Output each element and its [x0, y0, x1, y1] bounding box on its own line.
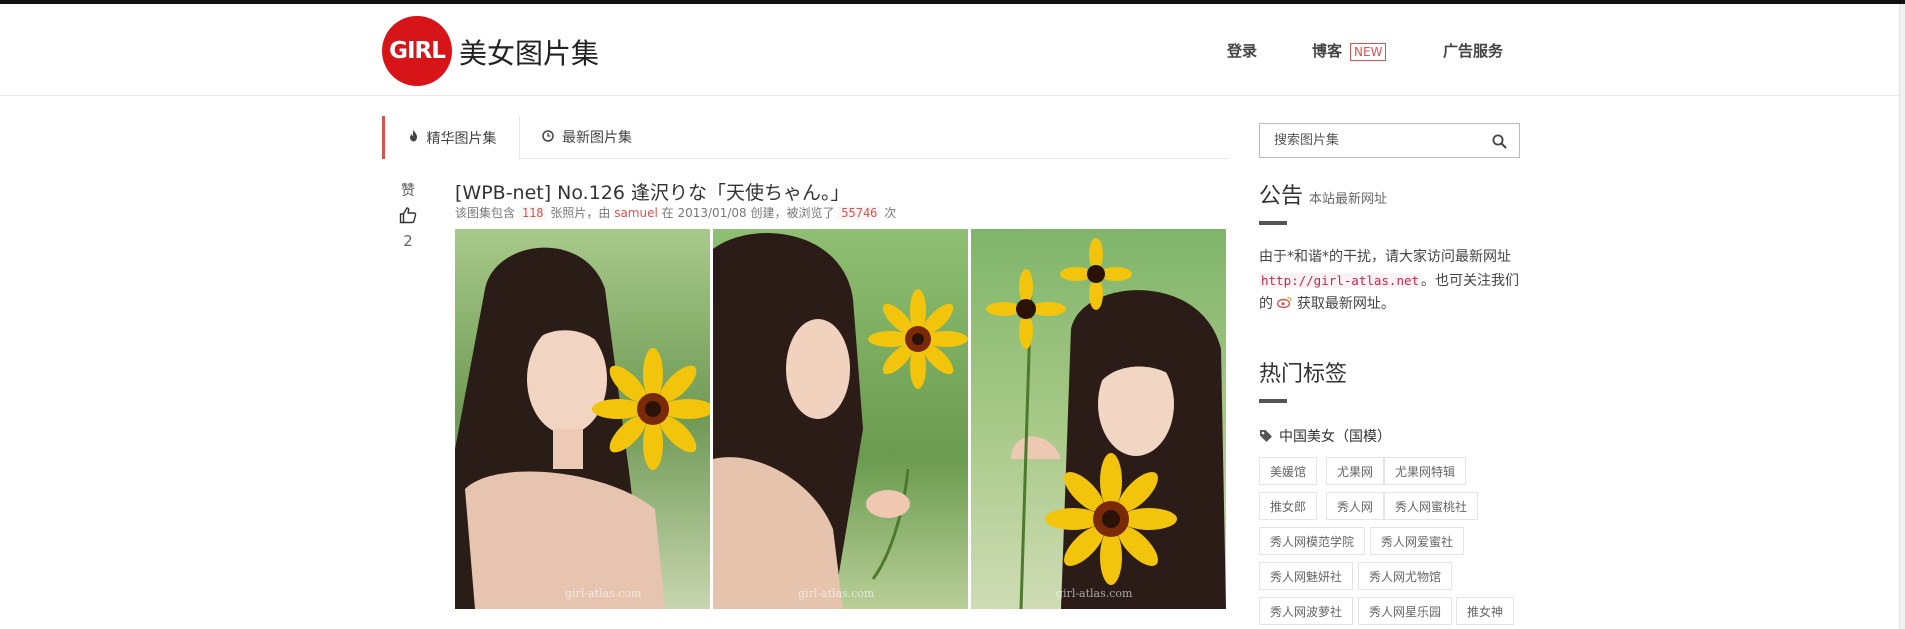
notice-heading: 公告	[1259, 184, 1304, 209]
search-box	[1259, 123, 1520, 158]
tag-category-label: 中国美女（国模）	[1279, 429, 1391, 445]
notice-title: 公告 本站最新网址	[1259, 178, 1387, 210]
tag-item[interactable]: 秀人网波萝社	[1259, 597, 1354, 625]
meta-views-suffix: 次	[884, 206, 897, 220]
site-logo[interactable]: GIRL	[382, 16, 452, 86]
tags-divider	[1259, 399, 1287, 403]
meta-photos-suffix: 张照片，由	[550, 206, 611, 220]
tag-item[interactable]: 美媛馆	[1259, 457, 1318, 485]
site-name[interactable]: 美女图片集	[459, 32, 599, 72]
nav-ads-link[interactable]: 广告服务	[1443, 40, 1503, 61]
tab-featured[interactable]: 精华图片集	[382, 116, 520, 159]
tab-latest[interactable]: 最新图片集	[542, 116, 632, 158]
notice-subtitle: 本站最新网址	[1309, 192, 1388, 207]
tab-latest-label: 最新图片集	[562, 130, 632, 146]
vote-count: 2	[403, 232, 413, 250]
tag-item[interactable]: 秀人网模范学院	[1259, 527, 1366, 555]
weibo-icon[interactable]	[1277, 296, 1296, 312]
nav-blog-link[interactable]: 博客 NEW	[1312, 40, 1387, 61]
view-count: 55746	[838, 206, 881, 220]
watermark-1: girl-atlas.com	[565, 587, 642, 600]
tag-item[interactable]: 秀人网	[1326, 492, 1385, 520]
post-title-link[interactable]: [WPB-net] No.126 逢沢りな「天使ちゃん。」	[455, 178, 850, 205]
author-link[interactable]: samuel	[614, 206, 658, 220]
search-icon[interactable]	[1492, 134, 1507, 153]
tag-item[interactable]: 尤果网特辑	[1384, 457, 1467, 485]
site-header: GIRL 美女图片集 登录 博客 NEW 广告服务	[0, 4, 1905, 96]
tag-item[interactable]: 秀人网尤物馆	[1358, 562, 1453, 590]
notice-text-3: 获取最新网址。	[1296, 296, 1395, 312]
vote-box: 赞 2	[390, 180, 426, 250]
tag-item[interactable]: 推女郎	[1259, 492, 1318, 520]
watermark-3: girl-atlas.com	[1056, 587, 1133, 600]
tag-icon	[1260, 430, 1272, 442]
gallery-photo-3[interactable]: girl-atlas.com	[971, 229, 1226, 609]
tag-category: 中国美女（国模）	[1259, 426, 1391, 446]
post-meta: 该图集包含 118 张照片，由 samuel 在 2013/01/08 创建，被…	[455, 204, 896, 221]
gallery-photo-1[interactable]: girl-atlas.com	[455, 229, 710, 609]
tags-title: 热门标签	[1259, 362, 1348, 387]
watermark-2: girl-atlas.com	[798, 587, 875, 600]
new-badge: NEW	[1350, 43, 1387, 61]
meta-created: 在 2013/01/08 创建，被浏览了	[661, 206, 835, 220]
search-input[interactable]	[1272, 132, 1486, 149]
tag-item[interactable]: 秀人网魅妍社	[1259, 562, 1354, 590]
gallery-photo-2[interactable]: girl-atlas.com	[713, 229, 968, 609]
tag-item[interactable]: 秀人网爱蜜社	[1370, 527, 1465, 555]
clock-icon	[542, 129, 554, 145]
notice-url-link[interactable]: http://girl-atlas.net	[1259, 273, 1422, 288]
photo-count: 118	[518, 206, 547, 220]
logo-badge-text: GIRL	[389, 38, 446, 64]
vote-label: 赞	[401, 183, 415, 199]
notice-divider	[1259, 221, 1287, 225]
meta-prefix: 该图集包含	[455, 206, 516, 220]
nav-blog-label: 博客	[1312, 42, 1343, 60]
thumbs-up-icon[interactable]	[390, 206, 426, 228]
tag-item[interactable]: 推女神	[1456, 597, 1515, 625]
fire-icon	[408, 130, 419, 145]
page-scrollbar[interactable]	[1899, 4, 1905, 629]
tag-item[interactable]: 秀人网蜜桃社	[1384, 492, 1479, 520]
tab-featured-label: 精华图片集	[426, 130, 497, 147]
tag-item[interactable]: 尤果网	[1326, 457, 1385, 485]
notice-text-1: 由于*和谐*的干扰，请大家访问最新网址	[1259, 249, 1511, 265]
tag-item[interactable]: 秀人网星乐园	[1358, 597, 1453, 625]
notice-body: 由于*和谐*的干扰，请大家访问最新网址 http://girl-atlas.net…	[1259, 246, 1521, 316]
gallery-tabs: 精华图片集 最新图片集	[382, 116, 1228, 159]
nav-login-link[interactable]: 登录	[1227, 40, 1257, 61]
